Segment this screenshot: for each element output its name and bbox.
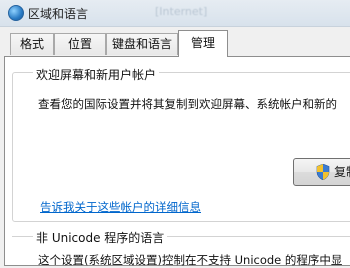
tab-location[interactable]: 位置 — [54, 33, 106, 55]
window-title: 区域和语言 — [28, 7, 89, 21]
account-details-link[interactable]: 告诉我关于这些帐户的详细信息 — [40, 199, 201, 215]
uac-shield-icon — [316, 164, 330, 180]
welcome-group-description: 查看您的国际设置并将其复制到欢迎屏幕、系统帐户和新的 — [38, 97, 337, 111]
copy-settings-button[interactable]: 复制 — [293, 158, 350, 186]
title-bar: 区域和语言 [Internet] — [0, 0, 350, 27]
globe-icon — [8, 5, 24, 21]
tab-administrative[interactable]: 管理 — [178, 30, 228, 57]
welcome-group-title: 欢迎屏幕和新用户帐户 — [33, 66, 160, 83]
copy-button-label: 复制 — [334, 165, 350, 179]
tab-formats[interactable]: 格式 — [10, 33, 54, 55]
background-window-ghost-text: [Internet] — [155, 5, 208, 18]
tab-keyboards-languages[interactable]: 键盘和语言 — [106, 33, 178, 55]
nonunicode-group-title: 非 Unicode 程序的语言 — [33, 229, 168, 246]
nonunicode-group-description: 这个设置(系统区域设置)控制在不支持 Unicode 的程序中显 — [38, 253, 343, 267]
